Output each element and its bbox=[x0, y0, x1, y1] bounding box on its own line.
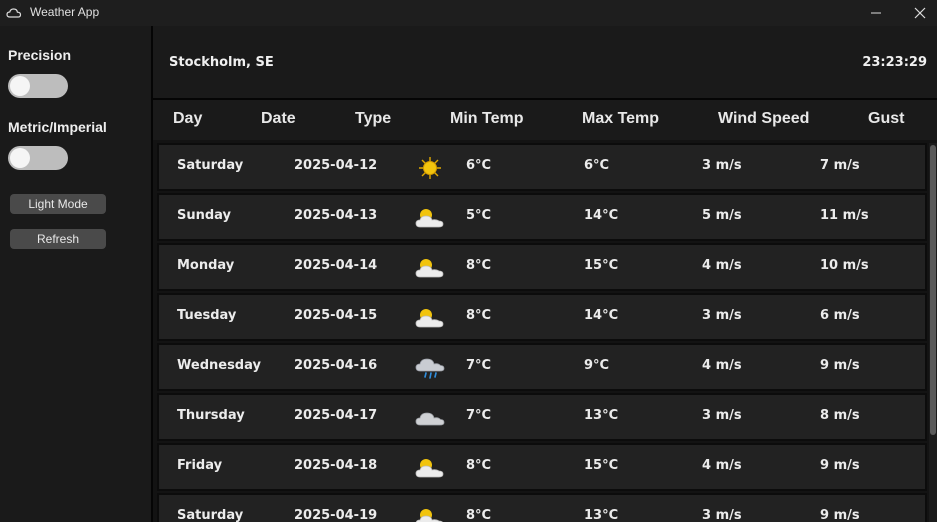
forecast-row: Tuesday 2025-04-15 8°C 14°C 3 m/s 6 m/s bbox=[157, 293, 927, 341]
gust-cell: 6 m/s bbox=[820, 308, 860, 323]
precision-label: Precision bbox=[8, 47, 72, 63]
max-temp-cell: 15°C bbox=[584, 458, 619, 473]
column-header-day: Day bbox=[173, 110, 203, 127]
wind-cell: 3 m/s bbox=[702, 408, 742, 423]
day-cell: Saturday bbox=[177, 508, 244, 522]
column-header-gust: Gust bbox=[868, 110, 905, 127]
column-header-wind-speed: Wind Speed bbox=[718, 110, 810, 127]
column-header-max-temp: Max Temp bbox=[582, 110, 660, 127]
title-bar: Weather App bbox=[0, 0, 937, 26]
forecast-row: Saturday 2025-04-19 8°C 13°C 3 m/s 9 m/s bbox=[157, 493, 927, 522]
date-cell: 2025-04-13 bbox=[294, 208, 378, 223]
wind-cell: 4 m/s bbox=[702, 358, 742, 373]
date-cell: 2025-04-16 bbox=[294, 358, 378, 373]
date-cell: 2025-04-17 bbox=[294, 408, 378, 423]
max-temp-cell: 15°C bbox=[584, 258, 619, 273]
wind-cell: 3 m/s bbox=[702, 308, 742, 323]
gust-cell: 9 m/s bbox=[820, 508, 860, 522]
day-cell: Thursday bbox=[177, 408, 245, 423]
refresh-button[interactable]: Refresh bbox=[10, 229, 106, 249]
min-temp-cell: 5°C bbox=[466, 208, 492, 223]
max-temp-cell: 6°C bbox=[584, 158, 610, 173]
gust-cell: 8 m/s bbox=[820, 408, 860, 423]
wind-cell: 3 m/s bbox=[702, 508, 742, 522]
forecast-row: Monday 2025-04-14 8°C 15°C 4 m/s 10 m/s bbox=[157, 243, 927, 291]
column-header-date: Date bbox=[261, 110, 296, 127]
close-button[interactable] bbox=[898, 0, 937, 26]
wind-cell: 4 m/s bbox=[702, 458, 742, 473]
forecast-row: Thursday 2025-04-17 7°C 13°C 3 m/s 8 m/s bbox=[157, 393, 927, 441]
day-cell: Monday bbox=[177, 258, 235, 273]
vertical-scrollbar[interactable] bbox=[929, 143, 937, 522]
forecast-row: Sunday 2025-04-13 5°C 14°C 5 m/s 11 m/s bbox=[157, 193, 927, 241]
light-mode-button[interactable]: Light Mode bbox=[10, 194, 106, 214]
min-temp-cell: 8°C bbox=[466, 258, 492, 273]
forecast-row: Friday 2025-04-18 8°C 15°C 4 m/s 9 m/s bbox=[157, 443, 927, 491]
date-cell: 2025-04-14 bbox=[294, 258, 378, 273]
column-header-type: Type bbox=[355, 110, 392, 127]
date-cell: 2025-04-12 bbox=[294, 158, 378, 173]
min-temp-cell: 8°C bbox=[466, 458, 492, 473]
gust-cell: 11 m/s bbox=[820, 208, 869, 223]
min-temp-cell: 8°C bbox=[466, 308, 492, 323]
min-temp-cell: 6°C bbox=[466, 158, 492, 173]
date-cell: 2025-04-15 bbox=[294, 308, 378, 323]
max-temp-cell: 9°C bbox=[584, 358, 610, 373]
forecast-list[interactable]: Saturday 2025-04-12 6°C 6°C 3 m/s 7 m/s … bbox=[153, 140, 937, 522]
forecast-row: Wednesday 2025-04-16 7°C 9°C 4 m/s 9 m/s bbox=[157, 343, 927, 391]
location-header: Stockholm, SE 23:23:29 bbox=[153, 26, 937, 98]
day-cell: Sunday bbox=[177, 208, 232, 223]
partly-cloudy-icon bbox=[414, 205, 446, 231]
day-cell: Wednesday bbox=[177, 358, 261, 373]
scrollbar-thumb[interactable] bbox=[930, 145, 936, 435]
min-temp-cell: 8°C bbox=[466, 508, 492, 522]
gust-cell: 10 m/s bbox=[820, 258, 869, 273]
day-cell: Tuesday bbox=[177, 308, 237, 323]
cloud-app-icon bbox=[6, 5, 22, 19]
minimize-button[interactable] bbox=[854, 0, 898, 26]
date-cell: 2025-04-19 bbox=[294, 508, 378, 522]
gust-cell: 9 m/s bbox=[820, 358, 860, 373]
partly-cloudy-icon bbox=[414, 505, 446, 522]
wind-cell: 3 m/s bbox=[702, 158, 742, 173]
units-label: Metric/Imperial bbox=[8, 119, 107, 135]
date-cell: 2025-04-18 bbox=[294, 458, 378, 473]
partly-cloudy-icon bbox=[414, 305, 446, 331]
day-cell: Friday bbox=[177, 458, 223, 473]
column-header-min-temp: Min Temp bbox=[450, 110, 524, 127]
max-temp-cell: 13°C bbox=[584, 508, 619, 522]
cloud-icon bbox=[414, 405, 446, 431]
location-label: Stockholm, SE bbox=[169, 55, 274, 70]
precision-toggle[interactable] bbox=[8, 74, 68, 98]
header-divider bbox=[153, 98, 937, 100]
toggle-knob bbox=[10, 76, 30, 96]
max-temp-cell: 13°C bbox=[584, 408, 619, 423]
partly-cloudy-icon bbox=[414, 455, 446, 481]
min-temp-cell: 7°C bbox=[466, 408, 492, 423]
max-temp-cell: 14°C bbox=[584, 208, 619, 223]
units-toggle[interactable] bbox=[8, 146, 68, 170]
forecast-row: Saturday 2025-04-12 6°C 6°C 3 m/s 7 m/s bbox=[157, 143, 927, 191]
window-title: Weather App bbox=[30, 5, 100, 19]
rain-icon bbox=[414, 355, 446, 381]
sun-icon bbox=[414, 155, 446, 181]
gust-cell: 9 m/s bbox=[820, 458, 860, 473]
sidebar: Precision Metric/Imperial Light Mode Ref… bbox=[0, 26, 151, 522]
min-temp-cell: 7°C bbox=[466, 358, 492, 373]
day-cell: Saturday bbox=[177, 158, 244, 173]
clock-label: 23:23:29 bbox=[862, 55, 927, 70]
max-temp-cell: 14°C bbox=[584, 308, 619, 323]
partly-cloudy-icon bbox=[414, 255, 446, 281]
gust-cell: 7 m/s bbox=[820, 158, 860, 173]
wind-cell: 5 m/s bbox=[702, 208, 742, 223]
toggle-knob bbox=[10, 148, 30, 168]
wind-cell: 4 m/s bbox=[702, 258, 742, 273]
